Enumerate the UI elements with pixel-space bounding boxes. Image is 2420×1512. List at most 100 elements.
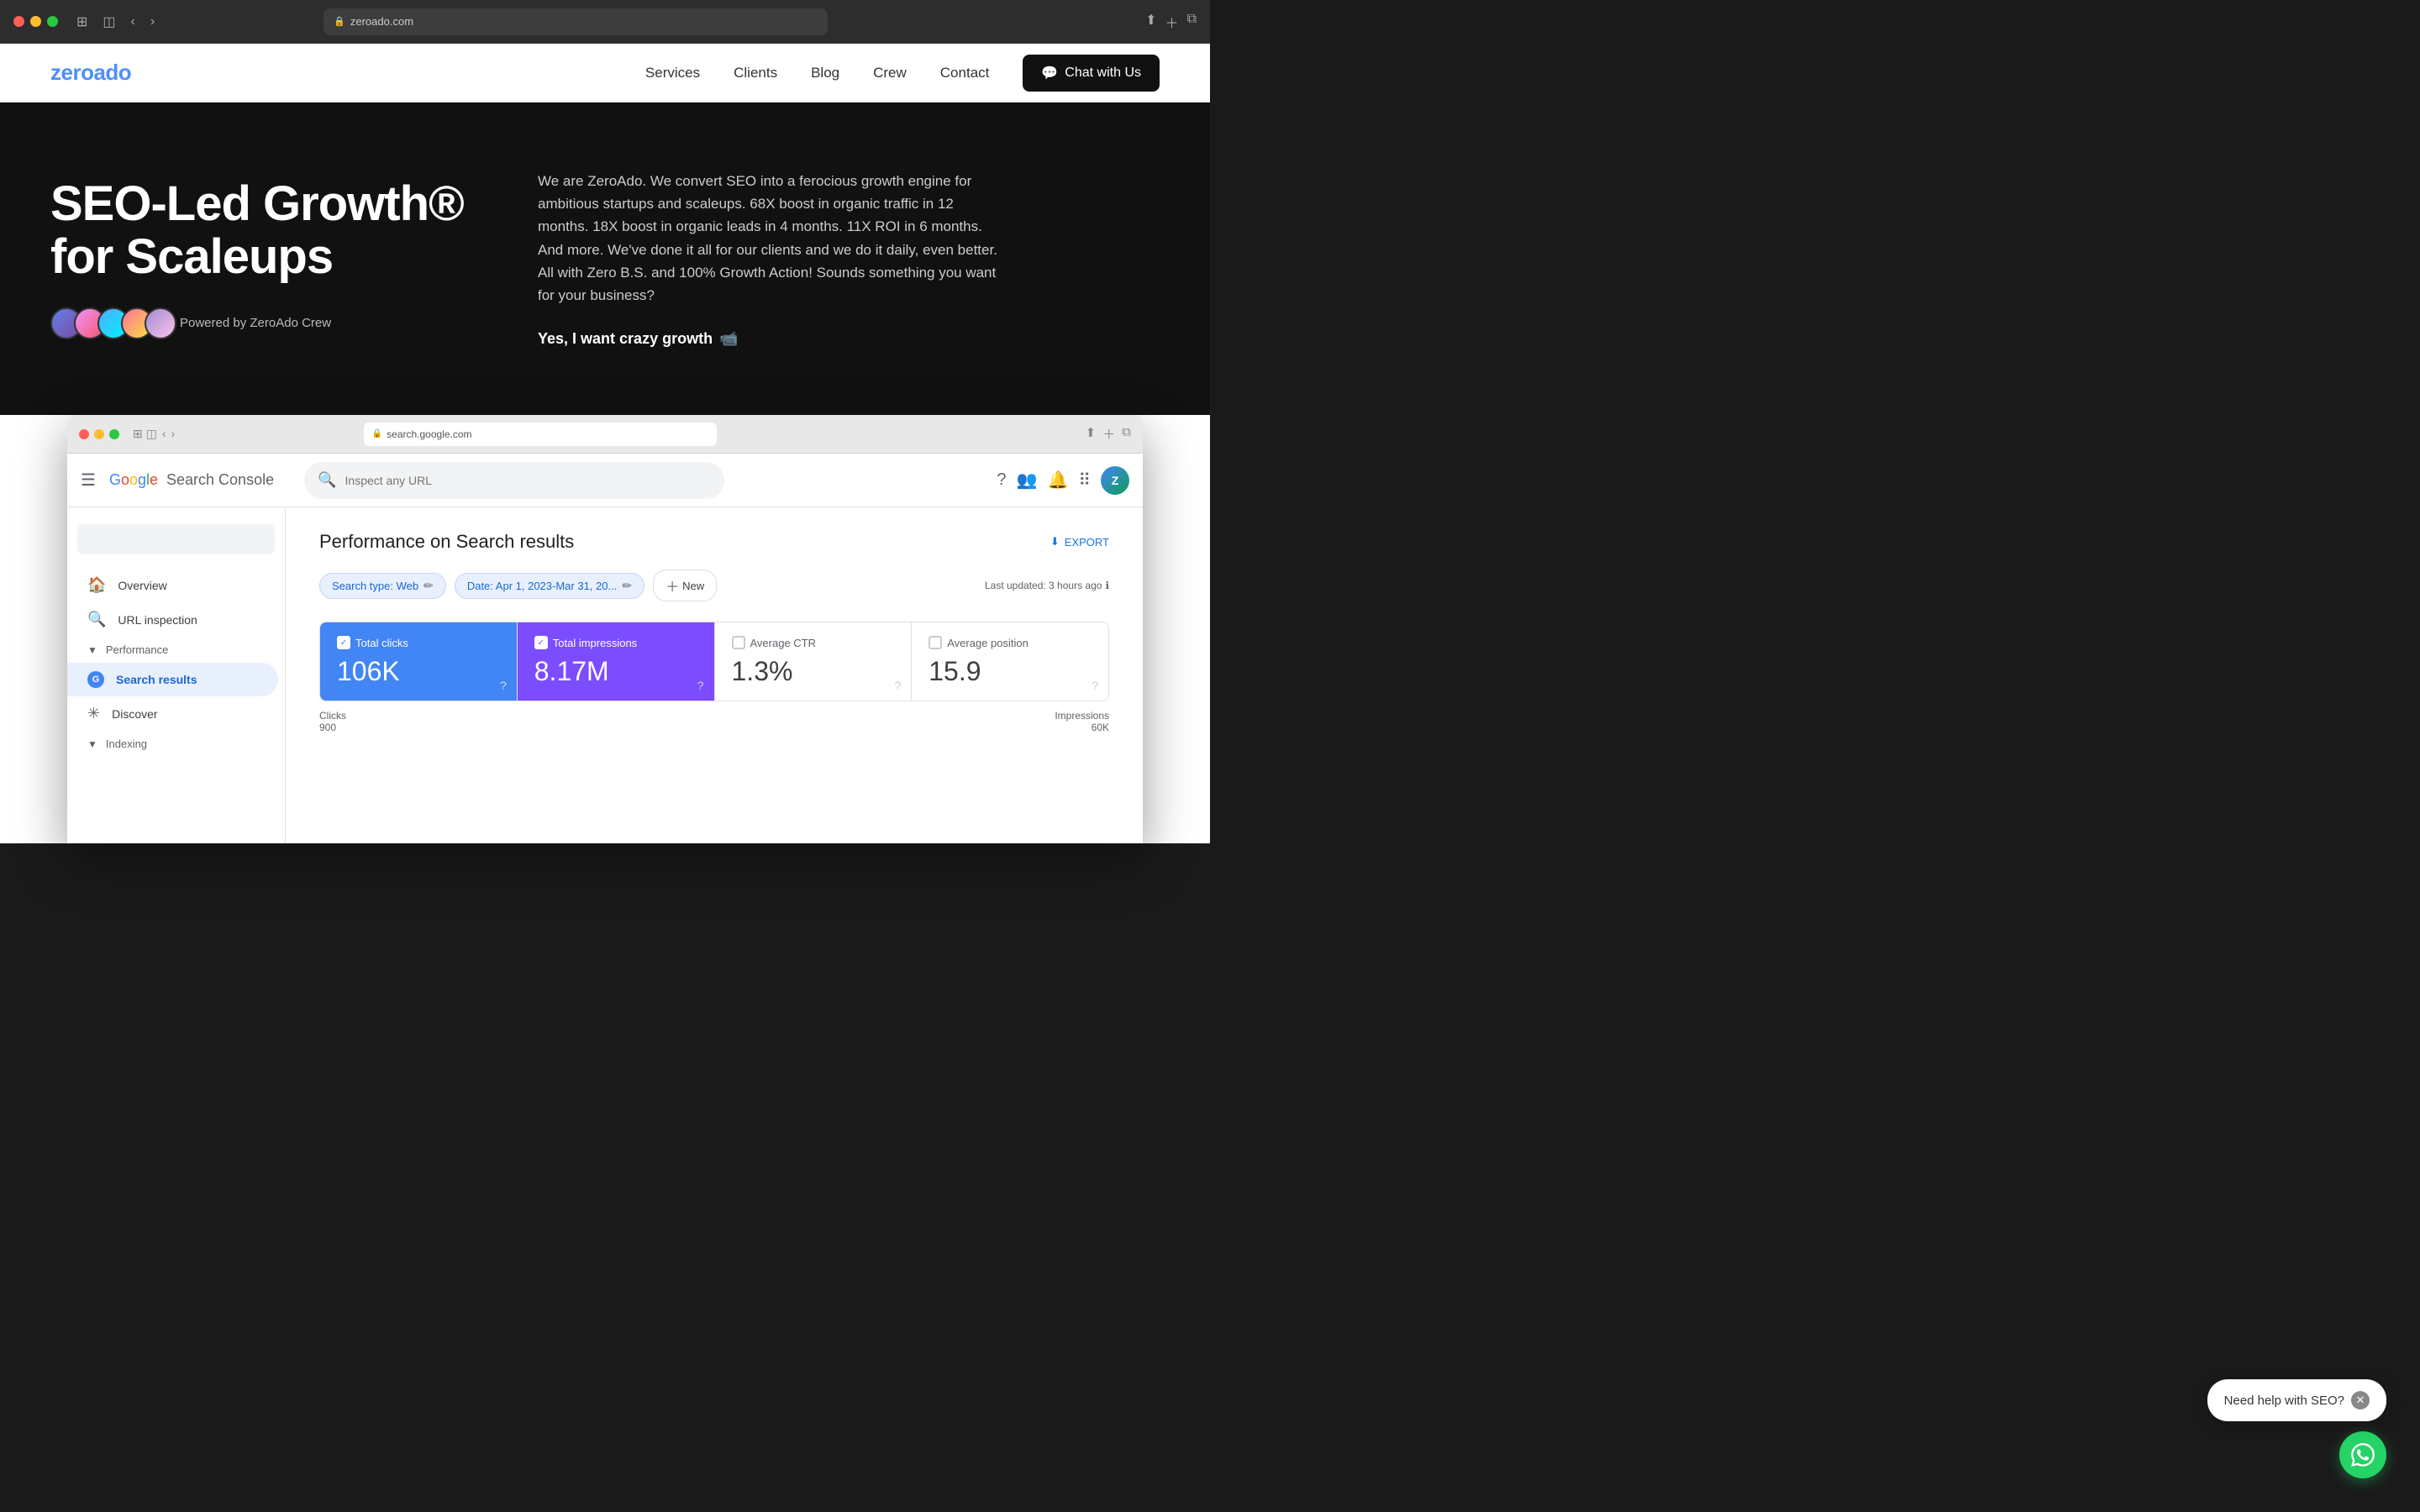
metric-label-ctr: Average CTR (750, 637, 817, 649)
nav-blog[interactable]: Blog (811, 65, 839, 81)
windows-icon[interactable]: ⧉ (1187, 12, 1197, 32)
clicks-stat: Clicks 900 (319, 710, 346, 733)
gsc-sidebar: 🏠 Overview 🔍 URL inspection ▼ Performanc… (67, 507, 286, 843)
metric-value-position: 15.9 (929, 656, 1092, 687)
hero-cta-link[interactable]: Yes, I want crazy growth 📹 (538, 330, 1008, 348)
gsc-topbar: ☰ Google Search Console 🔍 ? 👥 🔔 ⠿ Z (67, 454, 1143, 507)
gsc-app: ☰ Google Search Console 🔍 ? 👥 🔔 ⠿ Z (67, 454, 1143, 843)
sidebar-url-inspection-label: URL inspection (118, 613, 197, 627)
metric-average-position[interactable]: Average position 15.9 ? (912, 622, 1108, 701)
metric-average-ctr[interactable]: Average CTR 1.3% ? (715, 622, 913, 701)
chat-with-us-button[interactable]: 💬 Chat with Us (1023, 55, 1160, 92)
inner-address-bar[interactable]: 🔒 search.google.com (364, 423, 717, 446)
minimize-button[interactable] (30, 16, 41, 27)
share-icon[interactable]: ⬆ (1145, 12, 1156, 32)
impressions-stat: Impressions 60K (1055, 710, 1109, 733)
inner-share-icon[interactable]: ⬆ (1086, 425, 1097, 443)
whatsapp-button[interactable] (2339, 1431, 2386, 1478)
inner-nav-icons: ⊞ ◫ (133, 427, 157, 441)
nav-services[interactable]: Services (645, 65, 700, 81)
search-icon: 🔍 (87, 611, 106, 628)
inner-close[interactable] (79, 429, 89, 439)
inner-back[interactable]: ‹ (162, 427, 166, 441)
help-ctr-icon: ? (894, 679, 901, 692)
people-icon[interactable]: 👥 (1017, 470, 1038, 491)
help-impressions-icon: ? (697, 679, 704, 692)
metric-value-impressions: 8.17M (534, 656, 697, 687)
sidebar-indexing-header[interactable]: ▼ Indexing (67, 731, 285, 757)
apps-icon[interactable]: ⠿ (1078, 470, 1091, 491)
sidebar-search-box[interactable] (77, 524, 275, 554)
gsc-search-input[interactable] (345, 474, 712, 487)
browser-chrome: ⊞ ◫ ‹ › 🔒 zeroado.com ⬆ ＋ ⧉ (0, 0, 1210, 44)
close-button[interactable] (13, 16, 24, 27)
hero-avatars: Powered by ZeroAdo Crew (50, 307, 487, 339)
sidebar-item-url-inspection[interactable]: 🔍 URL inspection (67, 602, 278, 637)
help-clicks-icon: ? (500, 679, 507, 692)
inner-url: search.google.com (387, 428, 471, 440)
avatar (145, 307, 176, 339)
nav-clients[interactable]: Clients (734, 65, 777, 81)
plus-icon: ＋ (666, 575, 679, 596)
help-position-icon: ? (1092, 679, 1098, 692)
metric-label-clicks: Total clicks (355, 637, 408, 649)
gsc-top-actions: ? 👥 🔔 ⠿ Z (997, 466, 1129, 495)
chat-close-button[interactable]: ✕ (2351, 1391, 2370, 1410)
sidebar-toggle[interactable]: ◫ (97, 12, 120, 32)
gsc-page-header: Performance on Search results ⬇ EXPORT (319, 531, 1109, 553)
gsc-menu-button[interactable]: ☰ (81, 470, 96, 491)
chat-icon: 💬 (1041, 65, 1058, 81)
maximize-button[interactable] (47, 16, 58, 27)
url-text: zeroado.com (350, 15, 413, 28)
impressions-stat-label: Impressions (1055, 710, 1109, 722)
powered-by-text: Powered by ZeroAdo Crew (180, 316, 331, 330)
nav-back[interactable]: ‹ (126, 12, 140, 32)
clicks-stat-label: Clicks (319, 710, 346, 722)
metric-total-impressions[interactable]: ✓ Total impressions 8.17M ? (518, 622, 715, 701)
new-filter-button[interactable]: ＋ New (653, 570, 717, 601)
metric-value-clicks: 106K (337, 656, 500, 687)
sidebar-item-discover[interactable]: ✳ Discover (67, 696, 278, 731)
metric-total-clicks[interactable]: ✓ Total clicks 106K ? (320, 622, 518, 701)
inner-copy-icon[interactable]: ⧉ (1122, 425, 1131, 443)
hero-left: SEO-Led Growth® for Scaleups Powered by … (50, 178, 487, 339)
nav-forward[interactable]: › (145, 12, 160, 32)
browser-action-buttons: ⬆ ＋ ⧉ (1145, 12, 1197, 32)
sidebar-performance-header[interactable]: ▼ Performance (67, 637, 285, 663)
last-updated-text: Last updated: 3 hours ago (985, 580, 1102, 591)
bell-icon[interactable]: 🔔 (1047, 470, 1068, 491)
navigation-bar: zeroado Services Clients Blog Crew Conta… (0, 44, 1210, 102)
sidebar-item-overview[interactable]: 🏠 Overview (67, 568, 278, 602)
back-button[interactable]: ⊞ (71, 12, 92, 32)
logo-zero: zero (50, 60, 93, 85)
export-label: EXPORT (1065, 536, 1109, 549)
download-icon: ⬇ (1050, 535, 1060, 549)
address-bar[interactable]: 🔒 zeroado.com (324, 8, 828, 35)
user-avatar[interactable]: Z (1101, 466, 1129, 495)
gsc-google-logo: Google (109, 471, 158, 489)
chat-bubble: Need help with SEO? ✕ (2207, 1379, 2386, 1421)
inner-lock-icon: 🔒 (372, 429, 382, 438)
inner-add-icon[interactable]: ＋ (1102, 425, 1115, 443)
help-icon[interactable]: ? (997, 470, 1006, 490)
nav-crew[interactable]: Crew (873, 65, 907, 81)
gsc-search-bar[interactable]: 🔍 (304, 462, 724, 499)
metric-checkbox-position (929, 636, 942, 649)
gsc-stats-bar: Clicks 900 Impressions 60K (319, 701, 1109, 733)
filter-search-type[interactable]: Search type: Web ✏ (319, 573, 446, 599)
sidebar-overview-label: Overview (118, 579, 166, 592)
site-logo[interactable]: zeroado (50, 60, 131, 86)
inner-browser: ⊞ ◫ ‹ › 🔒 search.google.com ⬆ ＋ ⧉ ☰ G (67, 415, 1143, 843)
metric-checkbox-clicks: ✓ (337, 636, 350, 649)
hero-section: SEO-Led Growth® for Scaleups Powered by … (0, 102, 1210, 415)
new-tab-icon[interactable]: ＋ (1165, 12, 1179, 32)
export-button[interactable]: ⬇ EXPORT (1050, 535, 1109, 549)
nav-contact[interactable]: Contact (940, 65, 990, 81)
sidebar-item-search-results[interactable]: G Search results (67, 663, 278, 696)
metrics-row: ✓ Total clicks 106K ? ✓ Total impression… (319, 622, 1109, 701)
inner-forward[interactable]: › (171, 427, 176, 441)
inner-window-controls (79, 429, 119, 439)
inner-minimize[interactable] (94, 429, 104, 439)
inner-maximize[interactable] (109, 429, 119, 439)
filter-date[interactable]: Date: Apr 1, 2023-Mar 31, 20... ✏ (455, 573, 644, 599)
